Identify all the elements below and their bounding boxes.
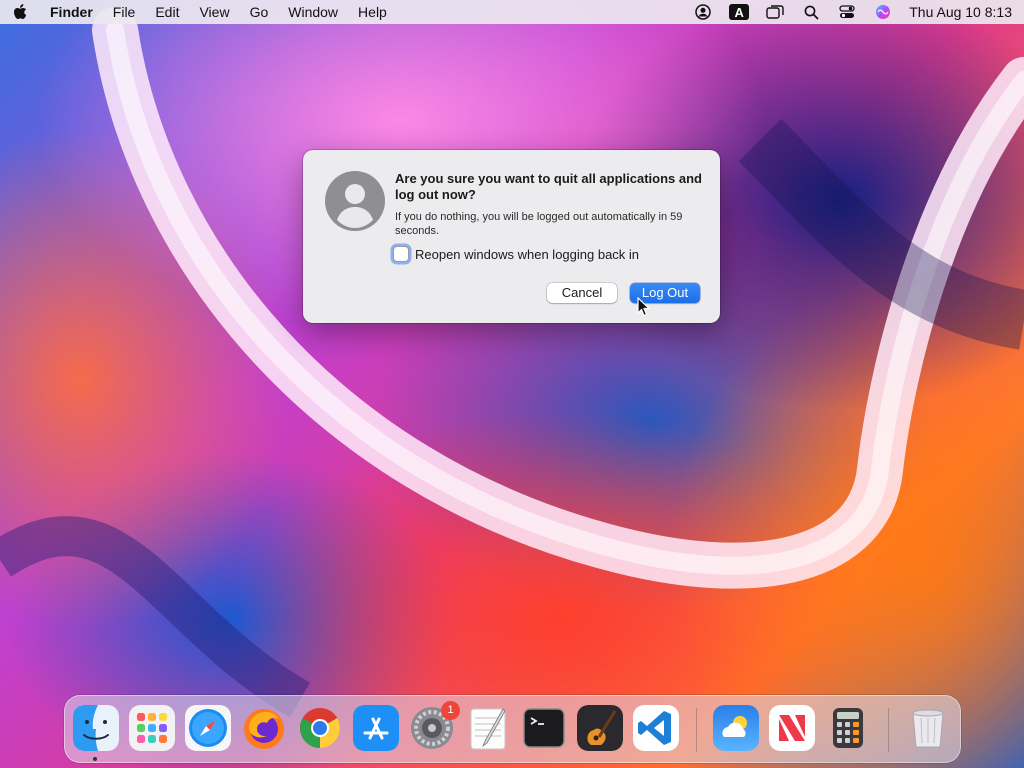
chrome-icon[interactable] bbox=[297, 705, 343, 751]
news-icon[interactable] bbox=[769, 705, 815, 751]
user-avatar-icon bbox=[324, 170, 386, 232]
screen-mirroring-icon[interactable] bbox=[765, 2, 785, 22]
spotlight-search-icon[interactable] bbox=[801, 2, 821, 22]
dialog-message: If you do nothing, you will be logged ou… bbox=[395, 211, 683, 237]
weather-icon[interactable] bbox=[713, 705, 759, 751]
menu-go[interactable]: Go bbox=[240, 0, 279, 24]
menu-bar: Finder File Edit View Go Window Help A T… bbox=[0, 0, 1024, 24]
user-account-icon[interactable] bbox=[693, 2, 713, 22]
mouse-cursor-icon bbox=[637, 297, 651, 317]
firefox-icon[interactable] bbox=[241, 705, 287, 751]
menu-view[interactable]: View bbox=[189, 0, 239, 24]
system-preferences-badge: 1 bbox=[441, 701, 460, 720]
launchpad-icon[interactable] bbox=[129, 705, 175, 751]
dialog-title: Are you sure you want to quit all applic… bbox=[395, 171, 702, 202]
reopen-windows-option[interactable]: Reopen windows when logging back in bbox=[393, 246, 639, 262]
vscode-icon[interactable] bbox=[633, 705, 679, 751]
menu-app-finder[interactable]: Finder bbox=[40, 0, 103, 24]
reopen-windows-label[interactable]: Reopen windows when logging back in bbox=[415, 247, 639, 262]
menu-window[interactable]: Window bbox=[278, 0, 348, 24]
safari-icon[interactable] bbox=[185, 705, 231, 751]
calculator-icon[interactable] bbox=[825, 705, 871, 751]
finder-icon[interactable] bbox=[73, 705, 119, 751]
garageband-icon[interactable] bbox=[577, 705, 623, 751]
menubar-clock[interactable]: Thu Aug 10 8:13 bbox=[909, 4, 1012, 20]
siri-icon[interactable] bbox=[873, 2, 893, 22]
trash-icon[interactable] bbox=[905, 705, 951, 751]
dock-separator bbox=[888, 708, 889, 752]
reopen-windows-checkbox[interactable] bbox=[393, 246, 409, 262]
wallpaper bbox=[0, 7, 1024, 718]
input-source-icon[interactable]: A bbox=[729, 4, 750, 20]
app-store-icon[interactable] bbox=[353, 705, 399, 751]
menu-edit[interactable]: Edit bbox=[145, 0, 189, 24]
terminal-icon[interactable] bbox=[521, 705, 567, 751]
menu-file[interactable]: File bbox=[103, 0, 146, 24]
apple-menu-icon[interactable] bbox=[0, 0, 40, 24]
finder-running-indicator bbox=[93, 757, 97, 761]
cancel-button[interactable]: Cancel bbox=[547, 283, 617, 303]
logout-confirmation-dialog: Are you sure you want to quit all applic… bbox=[303, 150, 720, 323]
dock bbox=[64, 695, 961, 763]
menu-help[interactable]: Help bbox=[348, 0, 397, 24]
textedit-icon[interactable] bbox=[465, 705, 511, 751]
input-source-label: A bbox=[734, 4, 744, 20]
control-center-icon[interactable] bbox=[837, 2, 857, 22]
dock-separator bbox=[696, 708, 697, 752]
